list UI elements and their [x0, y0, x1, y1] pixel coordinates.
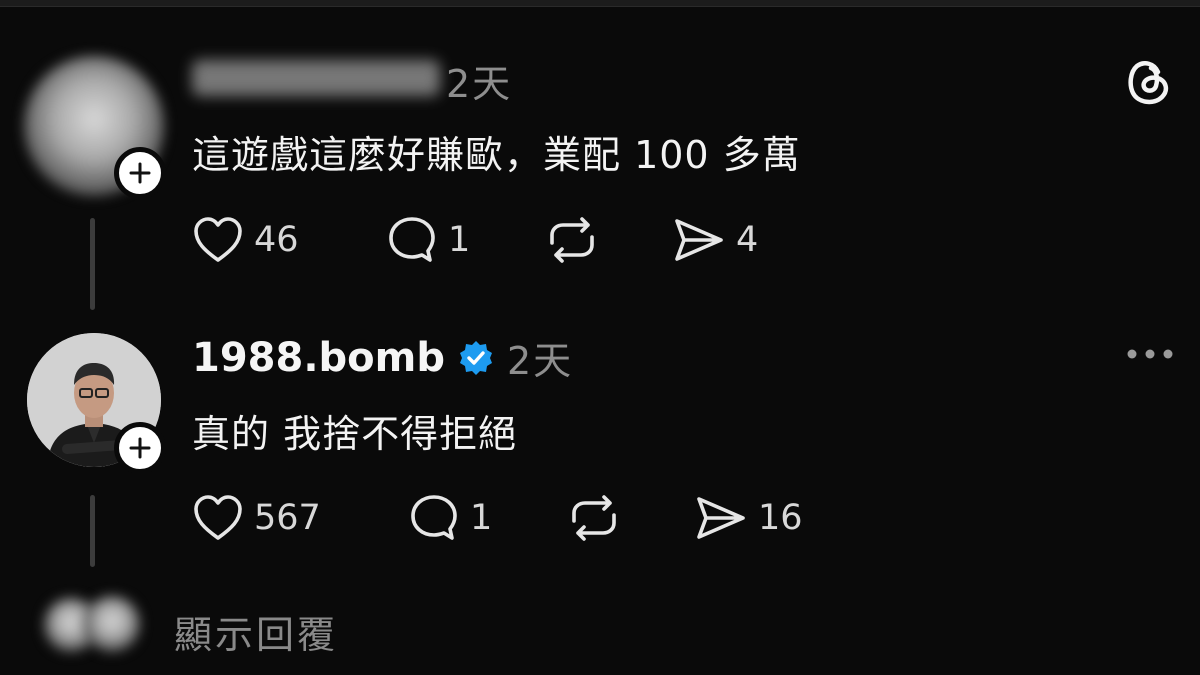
avatar-blurred [84, 596, 140, 652]
post-time: 2天 [506, 339, 574, 383]
repost-button[interactable] [544, 215, 600, 265]
show-replies-button[interactable]: 顯示回覆 [174, 604, 338, 659]
thread-line [90, 218, 95, 310]
share-count: 4 [736, 220, 759, 260]
comment-button[interactable]: 1 [386, 215, 470, 265]
heart-icon [194, 217, 242, 262]
post-time: 2天 [446, 62, 513, 106]
share-icon [697, 497, 745, 539]
verified-badge-icon [459, 340, 492, 375]
threads-logo-icon[interactable] [1124, 55, 1172, 107]
heart-icon [194, 495, 242, 540]
comment-button[interactable]: 1 [408, 493, 492, 543]
replier-avatars [44, 594, 144, 654]
thread-line [90, 495, 95, 567]
follow-button[interactable] [114, 147, 166, 199]
share-button[interactable]: 4 [672, 215, 758, 265]
username[interactable]: 1988.bomb [192, 335, 445, 381]
top-divider [0, 0, 1200, 7]
comment-icon [389, 217, 435, 262]
plus-icon [129, 437, 151, 459]
post-header: 1988.bomb 2天 [192, 330, 573, 385]
share-icon [675, 219, 723, 261]
like-count: 46 [254, 220, 299, 260]
repost-icon [550, 217, 594, 263]
username-blurred[interactable] [192, 60, 440, 96]
like-button[interactable]: 46 [192, 215, 299, 265]
comment-count: 1 [448, 220, 471, 260]
repost-button[interactable] [566, 493, 622, 543]
comment-count: 1 [470, 498, 493, 538]
repost-icon [572, 495, 616, 541]
comment-icon [411, 495, 457, 540]
plus-icon [129, 162, 151, 184]
post-text: 真的 我捨不得拒絕 [192, 412, 518, 456]
follow-button[interactable] [114, 422, 166, 474]
like-count: 567 [254, 498, 321, 538]
more-options-icon[interactable] [1126, 346, 1174, 362]
share-count: 16 [758, 498, 803, 538]
post-text: 這遊戲這麼好賺歐，業配 100 多萬 [192, 133, 801, 177]
like-button[interactable]: 567 [192, 493, 321, 543]
share-button[interactable]: 16 [694, 493, 803, 543]
